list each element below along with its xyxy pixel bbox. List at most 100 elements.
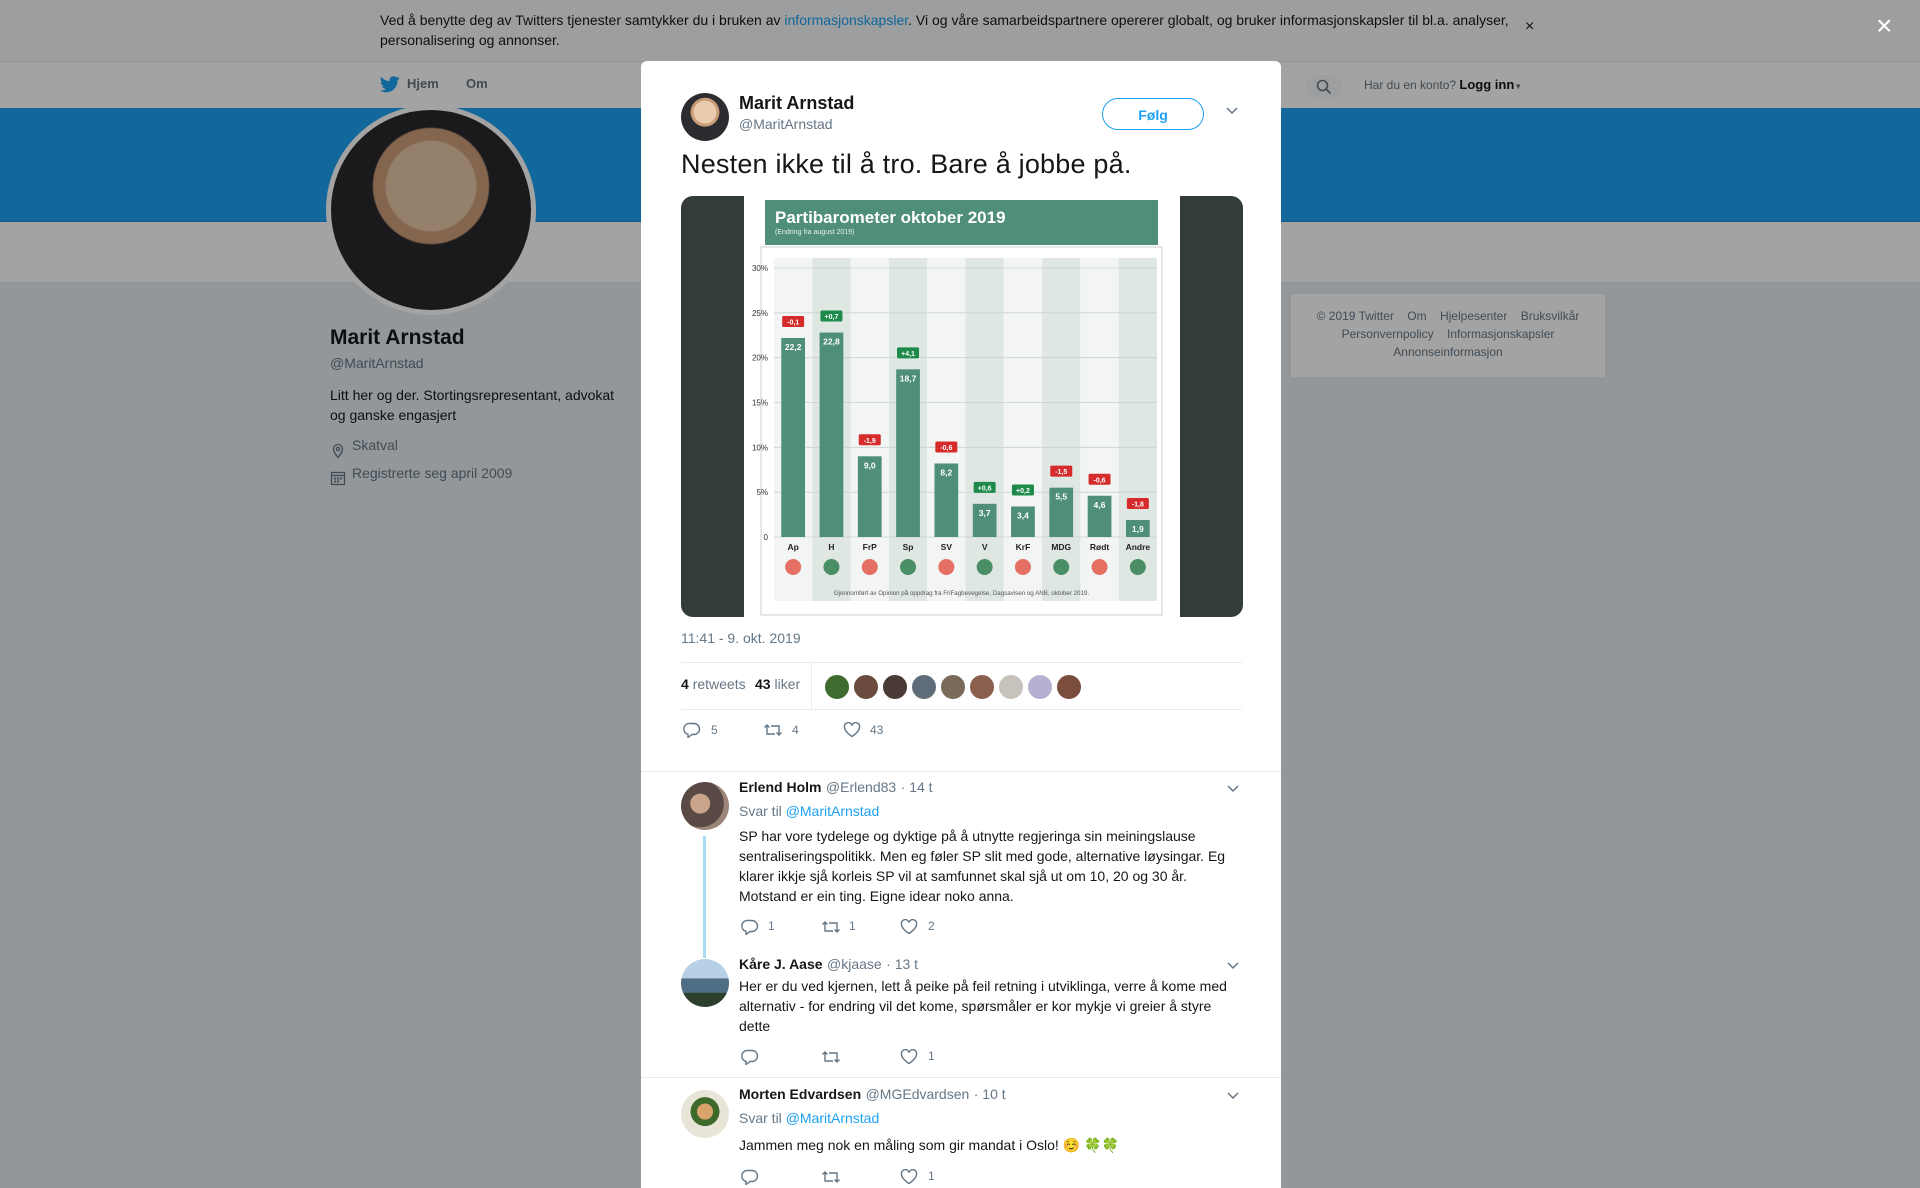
liker-avatar[interactable] [911,674,937,700]
x-tick-label: Sp [903,542,914,552]
reply-count: 5 [711,723,718,737]
reply-header: Kåre J. Aase @kjaase · 13 t [739,956,918,974]
liker-avatar[interactable] [853,674,879,700]
bar-value-label: 3,7 [979,508,991,518]
reply-to-prefix: Svar til [739,1110,782,1126]
like-count: 43 [870,723,884,737]
chart-svg: Partibarometer oktober 2019 (Endring fra … [744,196,1180,617]
heart-icon[interactable] [900,1169,918,1185]
chart-source: Gjennomført av Opinion på oppdrag fra Fr… [834,590,1089,597]
tweet-author-avatar[interactable] [681,93,729,141]
close-overlay-icon[interactable]: × [1876,12,1892,40]
reply-icon[interactable] [741,919,759,935]
liker-avatar[interactable] [969,674,995,700]
reply-avatar[interactable] [681,1090,729,1138]
tweet-author-handle[interactable]: @MaritArnstad [739,116,833,132]
heart-icon[interactable] [900,919,918,935]
retweets-count: 4 [681,676,689,692]
retweets-stat[interactable]: 4 retweets [681,676,746,692]
change-label: +0,7 [825,314,839,321]
reply-to-line: Svar til @MaritArnstad [739,803,879,819]
reply-icon[interactable] [741,1049,759,1065]
reply-time[interactable]: · 10 t [974,1086,1006,1102]
bar-value-label: 18,7 [900,373,917,383]
change-label: +4,1 [901,351,915,358]
tweet-timestamp[interactable]: 11:41 - 9. okt. 2019 [681,630,801,646]
reply-avatar[interactable] [681,959,729,1007]
retweet-icon[interactable] [821,1049,841,1065]
x-tick-label: H [828,542,834,552]
liker-avatar[interactable] [940,674,966,700]
bar-value-label: 8,2 [940,467,952,477]
reply-icon[interactable] [683,722,701,738]
follow-button[interactable]: Følg [1102,98,1204,130]
change-label: -1,5 [1055,469,1067,476]
y-tick-label: 20% [752,354,768,363]
y-tick-label: 30% [752,264,768,273]
party-logo-icon [1091,559,1108,575]
liker-avatar[interactable] [882,674,908,700]
change-label: -1,8 [1132,501,1144,508]
reply-author-name[interactable]: Morten Edvardsen [739,1086,861,1102]
likes-count: 43 [755,676,771,692]
party-logo-icon [938,559,955,575]
liker-avatar[interactable] [824,674,850,700]
bar-value-label: 1,9 [1132,524,1144,534]
tweet-menu-chevron-icon[interactable] [1226,107,1238,115]
retweet-count: 4 [792,723,799,737]
like-count: 2 [928,919,935,933]
heart-icon[interactable] [843,722,861,738]
reply-count: 1 [768,919,775,933]
reply-header: Erlend Holm @Erlend83 · 14 t [739,779,933,797]
party-logo-icon [1129,559,1146,575]
y-tick-label: 5% [756,488,768,497]
reply-menu-chevron-icon[interactable] [1227,962,1239,970]
bar-value-label: 22,8 [823,337,840,347]
liker-avatar[interactable] [998,674,1024,700]
retweets-label: retweets [692,676,746,692]
party-logo-icon [1014,559,1031,575]
tweet-author-name[interactable]: Marit Arnstad [739,93,854,114]
reply-to-mention[interactable]: @MaritArnstad [786,1110,880,1126]
reply-author-handle[interactable]: @Erlend83 [826,779,896,795]
party-logo-icon [861,559,878,575]
reply-to-mention[interactable]: @MaritArnstad [786,803,880,819]
bar-value-label: 3,4 [1017,511,1029,521]
likes-stat[interactable]: 43 liker [755,676,800,692]
reply-to-prefix: Svar til [739,803,782,819]
reply-icon[interactable] [741,1169,759,1185]
x-tick-label: KrF [1016,542,1031,552]
party-logo-icon [900,559,917,575]
y-tick-label: 10% [752,443,768,452]
reply-time[interactable]: · 14 t [901,779,933,795]
likes-label: liker [774,676,801,692]
reply-divider [641,1077,1281,1078]
retweet-icon[interactable] [821,919,841,935]
liker-avatar[interactable] [1027,674,1053,700]
tweet-media-image[interactable]: Partibarometer oktober 2019 (Endring fra … [681,196,1243,617]
chart-subtitle: (Endring fra august 2019) [775,229,854,236]
liker-avatar[interactable] [1056,674,1082,700]
reply-menu-chevron-icon[interactable] [1227,785,1239,793]
retweet-icon[interactable] [763,722,783,738]
bar-value-label: 22,2 [785,342,802,352]
reply-author-name[interactable]: Erlend Holm [739,779,821,795]
retweet-count: 1 [849,919,856,933]
reply-time[interactable]: · 13 t [886,956,918,972]
like-count: 1 [928,1169,935,1183]
x-tick-label: FrP [863,542,878,552]
reply-author-handle[interactable]: @kjaase [827,956,882,972]
bar-value-label: 4,6 [1094,500,1106,510]
reply-author-name[interactable]: Kåre J. Aase [739,956,823,972]
reply-author-handle[interactable]: @MGEdvardsen [866,1086,970,1102]
retweet-icon[interactable] [821,1169,841,1185]
replies-divider [641,771,1281,772]
heart-icon[interactable] [900,1049,918,1065]
reply-text: Jammen meg nok en måling som gir mandat … [739,1137,1119,1153]
party-logo-icon [823,559,840,575]
reply-menu-chevron-icon[interactable] [1227,1092,1239,1100]
reply-avatar[interactable] [681,782,729,830]
like-count: 1 [928,1049,935,1063]
y-tick-label: 25% [752,309,768,318]
thread-line [703,836,706,958]
